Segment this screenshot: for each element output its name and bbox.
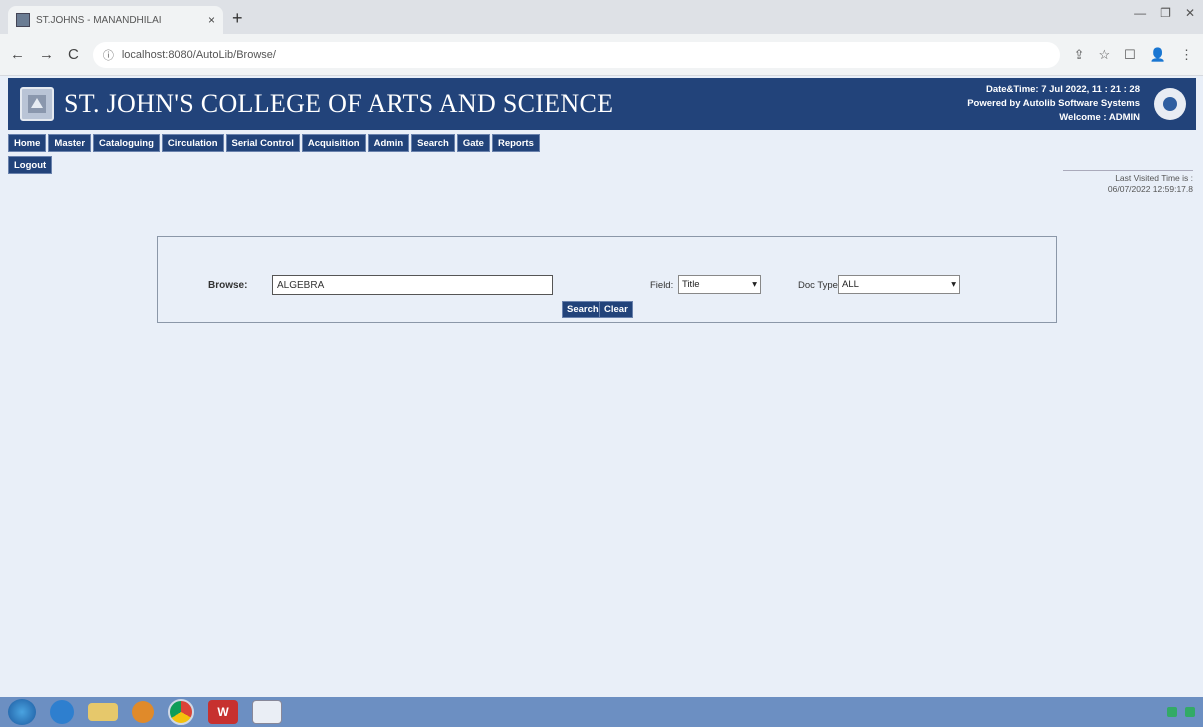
system-tray [1167, 707, 1195, 717]
tab-search-icon[interactable]: ☐ [1124, 47, 1136, 63]
browser-tab-strip: ST.JOHNS - MANANDHILAI × + — ❐ ✕ [0, 0, 1203, 34]
internet-explorer-icon[interactable] [50, 700, 74, 724]
last-visited-label: Last Visited Time is : [1115, 173, 1193, 183]
menu-reports[interactable]: Reports [491, 134, 540, 152]
forward-button[interactable]: → [39, 46, 54, 63]
chevron-down-icon: ▾ [951, 279, 956, 290]
menu-serial-control[interactable]: Serial Control [225, 134, 300, 152]
browse-form: Browse: Field: Title ▾ Doc Type: ALL ▾ S… [157, 236, 1057, 323]
doctype-select[interactable]: ALL ▾ [838, 275, 960, 294]
vendor-logo-icon [1154, 88, 1186, 120]
browse-label: Browse: [208, 280, 248, 291]
maximize-button[interactable]: ❐ [1160, 6, 1171, 20]
window-controls: — ❐ ✕ [1134, 6, 1195, 20]
doctype-select-value: ALL [842, 279, 859, 290]
field-label: Field: [650, 280, 674, 291]
tray-volume-icon[interactable] [1185, 707, 1195, 717]
menu-circulation[interactable]: Circulation [161, 134, 224, 152]
menu-kebab-icon[interactable]: ⋮ [1180, 47, 1193, 63]
wps-office-icon[interactable]: W [208, 700, 238, 724]
menu-cataloguing[interactable]: Cataloguing [93, 134, 160, 152]
minimize-button[interactable]: — [1134, 6, 1146, 20]
start-button-icon[interactable] [8, 699, 36, 725]
url-text: localhost:8080/AutoLib/Browse/ [121, 48, 276, 61]
college-logo-icon [20, 87, 54, 121]
new-tab-button[interactable]: + [232, 8, 243, 29]
browser-tab[interactable]: ST.JOHNS - MANANDHILAI × [8, 6, 223, 34]
clear-button[interactable]: Clear [599, 301, 633, 318]
media-player-icon[interactable] [132, 701, 154, 723]
bookmark-star-icon[interactable]: ☆ [1099, 47, 1111, 63]
menu-home[interactable]: Home [8, 134, 47, 152]
share-icon[interactable]: ⇪ [1074, 47, 1085, 63]
menu-admin[interactable]: Admin [367, 134, 410, 152]
address-bar-row: ← → C ⓘ localhost:8080/AutoLib/Browse/ ⇪… [0, 34, 1203, 76]
tray-network-icon[interactable] [1167, 707, 1177, 717]
close-window-button[interactable]: ✕ [1185, 6, 1195, 20]
file-explorer-icon[interactable] [88, 703, 118, 721]
search-button[interactable]: Search [562, 301, 604, 318]
chrome-icon[interactable] [168, 699, 194, 725]
browse-input[interactable] [272, 275, 553, 295]
field-select[interactable]: Title ▾ [678, 275, 761, 294]
welcome-text: Welcome : ADMIN [1059, 112, 1140, 123]
os-taskbar: W [0, 697, 1203, 727]
app-header: ST. JOHN'S COLLEGE OF ARTS AND SCIENCE D… [8, 78, 1196, 130]
last-visited-value: 06/07/2022 12:59:17.8 [1107, 184, 1193, 194]
tab-close-icon[interactable]: × [208, 13, 215, 27]
chevron-down-icon: ▾ [752, 279, 757, 290]
header-info: Date&Time: 7 Jul 2022, 11 : 21 : 28 Powe… [967, 83, 1184, 125]
menu-search[interactable]: Search [411, 134, 455, 152]
page-favicon-icon [16, 13, 30, 27]
datetime-text: Date&Time: 7 Jul 2022, 11 : 21 : 28 [985, 84, 1140, 95]
powered-by-text: Powered by Autolib Software Systems [967, 98, 1140, 109]
app-window-icon[interactable] [252, 700, 282, 724]
logout-button[interactable]: Logout [8, 156, 53, 174]
toolbar-icons: ⇪ ☆ ☐ 👤 ⋮ [1074, 47, 1193, 63]
site-info-icon[interactable]: ⓘ [103, 47, 114, 63]
menu-gate[interactable]: Gate [456, 134, 490, 152]
main-menu: Home Master Cataloguing Circulation Seri… [8, 134, 540, 152]
menu-master[interactable]: Master [48, 134, 92, 152]
doctype-label: Doc Type: [798, 280, 841, 291]
menu-acquisition[interactable]: Acquisition [301, 134, 366, 152]
field-select-value: Title [682, 279, 700, 290]
tab-title: ST.JOHNS - MANANDHILAI [36, 14, 162, 26]
address-bar[interactable]: ⓘ localhost:8080/AutoLib/Browse/ [92, 41, 1060, 68]
reload-button[interactable]: C [68, 46, 79, 63]
back-button[interactable]: ← [10, 46, 25, 63]
last-visited: Last Visited Time is : 06/07/2022 12:59:… [1063, 170, 1193, 195]
profile-icon[interactable]: 👤 [1150, 47, 1166, 63]
college-name: ST. JOHN'S COLLEGE OF ARTS AND SCIENCE [64, 89, 614, 118]
